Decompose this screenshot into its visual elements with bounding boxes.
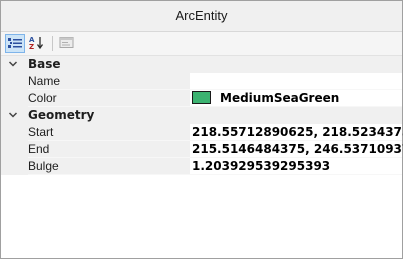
property-value-text: 1.203929539295393 — [192, 159, 331, 173]
property-name: End — [28, 141, 189, 157]
property-grid: Base Name Color MediumSeaGreen Geometry … — [1, 56, 403, 175]
chevron-down-icon[interactable] — [8, 110, 18, 120]
property-value-field[interactable]: 215.5146484375, 246.537109375 — [190, 141, 403, 157]
grid-empty-area — [1, 175, 402, 258]
property-name: Bulge — [28, 158, 189, 174]
color-value-field[interactable]: MediumSeaGreen — [190, 90, 402, 106]
alphabetical-button[interactable]: A Z — [27, 34, 47, 53]
property-name: Name — [28, 73, 189, 89]
category-base[interactable]: Base — [1, 56, 402, 73]
property-value-text: 215.5146484375, 246.537109375 — [192, 142, 403, 156]
categorized-button[interactable] — [5, 34, 25, 53]
color-swatch — [192, 91, 211, 104]
categorized-view-icon — [8, 38, 22, 48]
property-pages-button[interactable] — [57, 34, 77, 53]
property-row-end[interactable]: End 215.5146484375, 246.537109375 — [1, 141, 403, 158]
property-row-color[interactable]: Color MediumSeaGreen — [1, 90, 402, 107]
category-geometry[interactable]: Geometry — [1, 107, 402, 124]
property-name: Start — [28, 124, 189, 140]
property-value-text: 218.55712890625, 218.5234375 — [192, 125, 403, 139]
property-name: Color — [28, 90, 189, 106]
sort-az-icon: A Z — [29, 36, 44, 50]
chevron-down-icon[interactable] — [8, 59, 18, 69]
category-title: Geometry — [28, 108, 95, 122]
property-grid-window: ArcEntity A Z Base Name Color MediumSeaG… — [0, 0, 403, 259]
property-row-start[interactable]: Start 218.55712890625, 218.5234375 — [1, 124, 403, 141]
category-title: Base — [28, 57, 61, 71]
property-row-name[interactable]: Name — [1, 73, 402, 90]
property-pages-icon — [59, 37, 74, 48]
toolbar-separator — [52, 36, 53, 51]
property-grid-toolbar: A Z — [1, 32, 402, 56]
property-value-text: MediumSeaGreen — [220, 91, 340, 105]
property-value-field[interactable]: 1.203929539295393 — [190, 158, 402, 174]
property-value-input[interactable] — [190, 73, 402, 89]
window-title: ArcEntity — [1, 1, 402, 32]
svg-text:Z: Z — [29, 43, 34, 50]
property-value-field[interactable]: 218.55712890625, 218.5234375 — [190, 124, 403, 140]
property-row-bulge[interactable]: Bulge 1.203929539295393 — [1, 158, 402, 175]
